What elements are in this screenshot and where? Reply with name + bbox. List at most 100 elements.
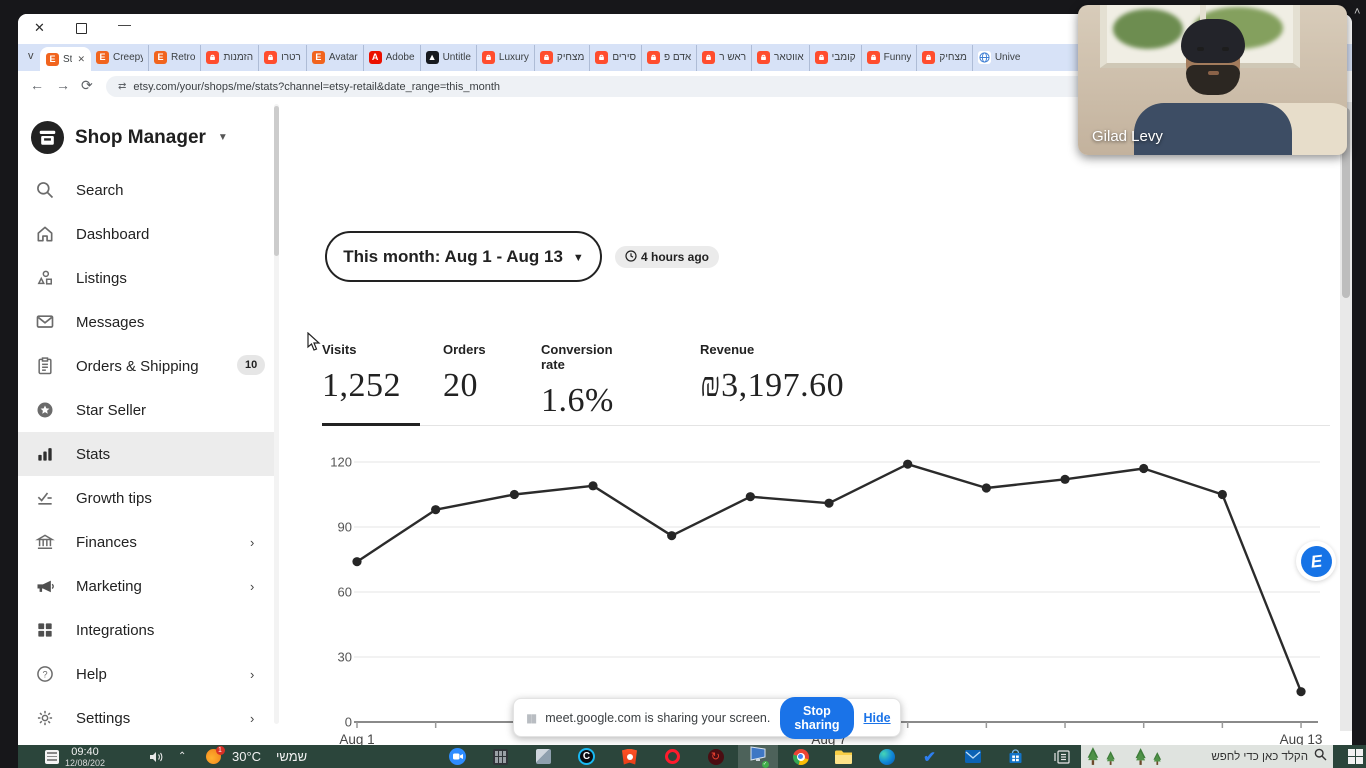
sidebar-item-help[interactable]: ?Help› <box>18 652 276 696</box>
browser-tab[interactable]: הזמנות <box>200 45 258 71</box>
date-range-button[interactable]: This month: Aug 1 - Aug 13 ▼ <box>325 231 602 282</box>
browser-tab[interactable]: Luxury <box>476 45 534 71</box>
mail-app-icon[interactable] <box>963 747 982 766</box>
screen-share-app-icon[interactable]: ✓ <box>748 747 767 766</box>
site-info-icon[interactable]: ⇄ <box>118 81 125 92</box>
weather-icon[interactable]: 1 <box>204 747 223 766</box>
data-point[interactable]: Aug 10: 112 <box>1060 475 1069 484</box>
edge-browser-icon[interactable] <box>877 747 896 766</box>
browser-tab[interactable]: סירים <box>589 45 641 71</box>
drag-handle-icon[interactable]: ▮▮ <box>526 711 535 725</box>
tab-search-icon[interactable]: v <box>28 50 34 62</box>
microsoft-store-icon[interactable] <box>1006 747 1025 766</box>
clock-time: 09:40 <box>71 747 99 758</box>
sidebar-item-settings[interactable]: Settings› <box>18 696 276 740</box>
data-point[interactable]: Aug 13: 14 <box>1296 687 1305 696</box>
browser-tab[interactable]: ראש ר <box>696 45 751 71</box>
volume-icon[interactable] <box>146 747 165 766</box>
browser-tab[interactable]: קומבי <box>809 45 861 71</box>
data-point[interactable]: Aug 6: 104 <box>746 492 755 501</box>
data-point[interactable]: Aug 3: 105 <box>510 490 519 499</box>
back-icon[interactable]: ← <box>30 77 44 93</box>
sidebar-item-marketing[interactable]: Marketing› <box>18 564 276 608</box>
tray-chevron-icon[interactable]: ⌃ <box>178 745 186 768</box>
snipping-tool-icon[interactable] <box>534 747 553 766</box>
browser-tab[interactable]: רטרו <box>258 45 306 71</box>
window-minimize-icon[interactable]: — <box>118 17 131 32</box>
todo-app-icon[interactable]: ✔ <box>920 747 939 766</box>
window-close-icon[interactable]: ✕ <box>34 20 45 36</box>
data-point[interactable]: Aug 4: 109 <box>588 481 597 490</box>
browser-tab[interactable]: ▲Untitle <box>420 45 476 71</box>
close-tab-icon[interactable]: ✕ <box>77 54 85 65</box>
task-view-icon[interactable] <box>1052 747 1071 766</box>
svg-text:120: 120 <box>330 455 352 470</box>
weather-desc[interactable]: שמשי <box>276 745 307 768</box>
file-explorer-icon[interactable] <box>834 747 853 766</box>
browser-tab[interactable]: אווטאר <box>751 45 809 71</box>
data-point[interactable]: Aug 9: 108 <box>982 483 991 492</box>
browser-tab[interactable]: ESt✕ <box>40 47 91 71</box>
browser-tab[interactable]: ERetro <box>148 45 200 71</box>
forward-icon[interactable]: → <box>56 77 70 93</box>
help-icon: ? <box>34 663 56 685</box>
data-point[interactable]: Aug 11: 117 <box>1139 464 1148 473</box>
person-face <box>1177 19 1249 105</box>
sidebar-scrollbar[interactable] <box>274 104 279 724</box>
tab-title: Adobe <box>386 52 415 63</box>
metric-revenue[interactable]: Revenue₪3,197.60 <box>700 342 844 405</box>
utility-app-icon[interactable]: ↻ <box>706 747 725 766</box>
stop-sharing-button[interactable]: Stop sharing <box>780 697 853 739</box>
start-button[interactable] <box>1348 749 1363 764</box>
calculator-app-icon[interactable] <box>491 747 510 766</box>
svg-text:0: 0 <box>345 715 352 730</box>
window-restore-icon[interactable] <box>76 23 87 34</box>
browser-tab[interactable]: AAdobe <box>363 45 420 71</box>
sidebar-item-integrations[interactable]: Integrations <box>18 608 276 652</box>
chrome-browser-icon[interactable] <box>791 747 810 766</box>
tab-title: רטרו <box>281 52 301 63</box>
shop-favicon <box>482 51 495 64</box>
hide-link[interactable]: Hide <box>864 711 891 725</box>
sidebar-item-orders-shipping[interactable]: Orders & Shipping10 <box>18 344 276 388</box>
shop-manager-menu[interactable]: Shop Manager ▼ <box>30 120 228 155</box>
home-icon <box>34 223 56 245</box>
weather-temp[interactable]: 30°C <box>232 745 261 768</box>
taskbar-clock[interactable]: 09:40 12/08/202 <box>55 745 115 768</box>
data-point[interactable]: Aug 7: 101 <box>824 499 833 508</box>
browser-tab[interactable]: מצחיק <box>534 45 589 71</box>
page-vertical-scrollbar[interactable] <box>1340 102 1352 731</box>
extension-float-button[interactable]: E <box>1296 541 1336 581</box>
sidebar-item-stats[interactable]: Stats <box>18 432 276 476</box>
browser-tab[interactable]: EAvatar <box>306 45 363 71</box>
data-point[interactable]: Aug 8: 119 <box>903 460 912 469</box>
sidebar-item-search[interactable]: Search <box>18 168 276 212</box>
browser-tab[interactable]: אדם פ <box>641 45 696 71</box>
brave-browser-icon[interactable] <box>620 747 639 766</box>
browser-tab[interactable]: מצחיק <box>916 45 971 71</box>
data-point[interactable]: Aug 2: 98 <box>431 505 440 514</box>
sidebar-item-listings[interactable]: Listings <box>18 256 276 300</box>
zoom-app-icon[interactable] <box>448 747 467 766</box>
shop-favicon <box>264 51 277 64</box>
data-point[interactable]: Aug 1: 74 <box>352 557 361 566</box>
metric-conversion-rate[interactable]: Conversion rate1.6% <box>541 342 614 420</box>
reload-icon[interactable]: ⟳ <box>81 77 93 94</box>
sidebar-item-star-seller[interactable]: Star Seller <box>18 388 276 432</box>
data-point[interactable]: Aug 12: 105 <box>1218 490 1227 499</box>
sidebar-item-growth-tips[interactable]: Growth tips <box>18 476 276 520</box>
sidebar-item-dashboard[interactable]: Dashboard <box>18 212 276 256</box>
webcam-overlay[interactable]: Gilad Levy <box>1078 5 1347 155</box>
browser-tab[interactable]: ECreepy <box>91 45 148 71</box>
sidebar-item-finances[interactable]: Finances› <box>18 520 276 564</box>
metric-orders[interactable]: Orders20 <box>443 342 486 405</box>
metric-visits[interactable]: Visits1,252 <box>322 342 401 405</box>
sticky-notes-icon[interactable] <box>42 747 61 766</box>
opera-browser-icon[interactable] <box>663 747 682 766</box>
browser-tab[interactable]: Unive <box>972 45 1026 71</box>
last-updated-text: 4 hours ago <box>641 250 709 264</box>
capcut-app-icon[interactable]: C <box>577 747 596 766</box>
data-point[interactable]: Aug 5: 86 <box>667 531 676 540</box>
browser-tab[interactable]: Funny <box>861 45 917 71</box>
sidebar-item-messages[interactable]: Messages <box>18 300 276 344</box>
